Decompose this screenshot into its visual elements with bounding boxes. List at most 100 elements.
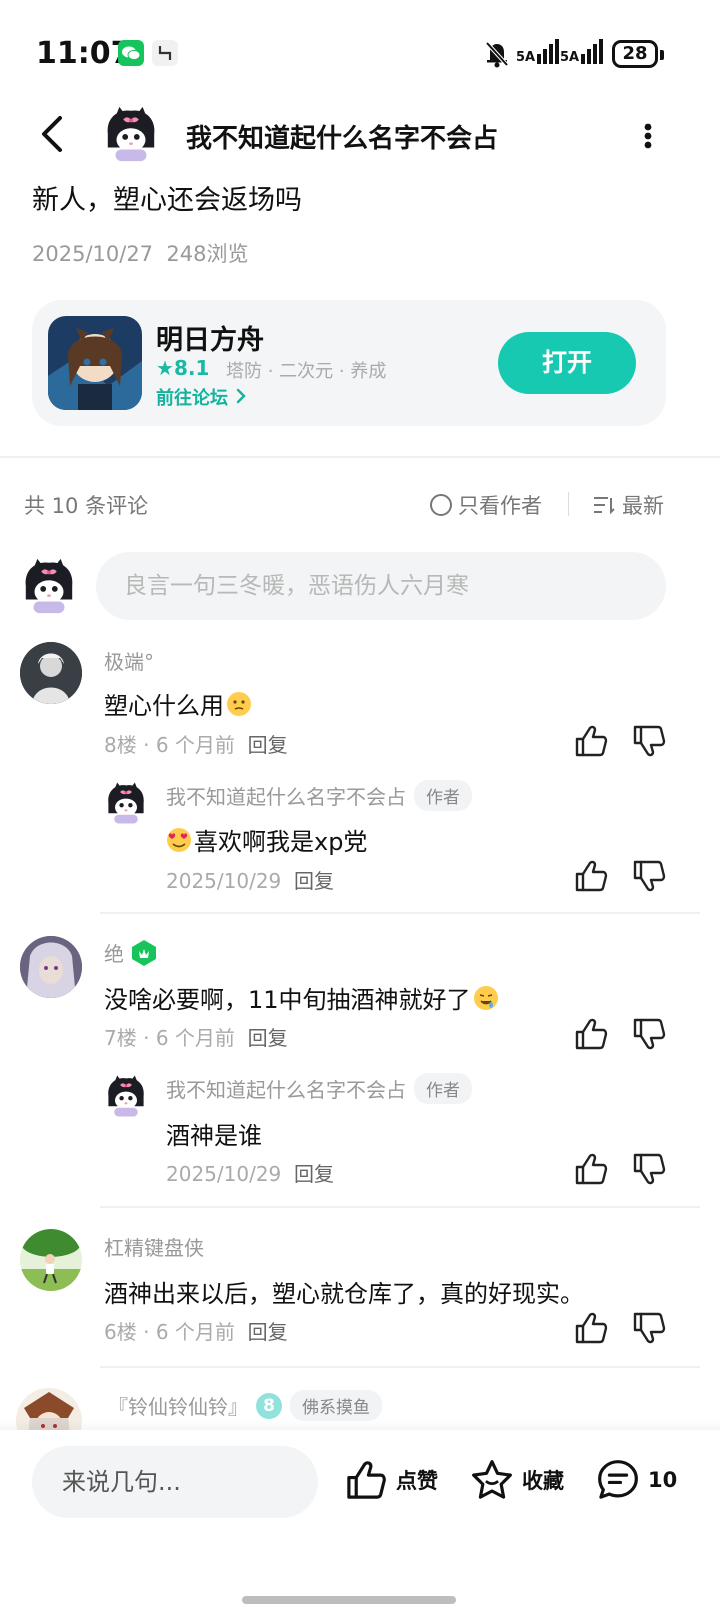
reply-button[interactable]: 回复	[248, 1026, 288, 1050]
back-arrow-icon	[42, 116, 62, 152]
thumbs-up-icon	[573, 723, 609, 759]
comment-username[interactable]: 『铃仙铃仙铃』	[108, 1391, 248, 1420]
open-app-button[interactable]: 打开	[498, 332, 636, 394]
author-name[interactable]: 我不知道起什么名字不会占	[186, 118, 498, 155]
reply-avatar[interactable]	[104, 1073, 148, 1119]
comment-meta: 7楼 · 6 个月前 回复	[104, 1026, 288, 1050]
thumbs-down-icon	[631, 1016, 667, 1052]
like-button[interactable]	[573, 723, 609, 759]
back-button[interactable]	[34, 112, 74, 156]
comment-separator	[100, 912, 700, 914]
comment-meta: 8楼 · 6 个月前 回复	[104, 733, 288, 757]
kuromi-avatar-icon	[104, 1073, 148, 1119]
app-tags: 塔防 · 二次元 · 养成	[226, 361, 387, 382]
app-rating: ★8.1	[156, 356, 209, 380]
star-icon: ★	[156, 356, 174, 380]
home-indicator[interactable]	[242, 1596, 456, 1604]
app-rating-value: 8.1	[173, 356, 210, 380]
sort-label: 最新	[622, 494, 664, 518]
more-options-button[interactable]	[630, 118, 666, 154]
kuromi-avatar-icon	[102, 104, 160, 164]
comment-separator	[100, 1206, 700, 1208]
comment-floor: 6楼	[104, 1320, 137, 1344]
reply-header: 我不知道起什么名字不会占 作者	[166, 780, 472, 811]
comment-text-content: 塑心什么用	[104, 692, 224, 720]
dislike-button[interactable]	[631, 1016, 667, 1052]
signal-icon-1: 5A	[516, 38, 561, 64]
reply-text-content: 喜欢啊我是xp党	[194, 828, 368, 856]
comment-username[interactable]: 极端°	[104, 646, 154, 675]
like-button[interactable]	[573, 1310, 609, 1346]
only-author-toggle[interactable]: 只看作者	[430, 490, 542, 520]
reply-button[interactable]: 回复	[248, 733, 288, 757]
network-label-2: 5A	[560, 50, 580, 65]
user-avatar[interactable]	[20, 1229, 82, 1291]
comment-time: 6 个月前	[155, 1026, 235, 1050]
favorite-label: 收藏	[522, 1469, 564, 1493]
comments-button[interactable]: 10	[596, 1458, 677, 1502]
comment-time: 6 个月前	[155, 733, 235, 757]
mute-bell-icon	[484, 40, 510, 72]
thumbs-down-icon	[631, 1310, 667, 1346]
sort-icon	[594, 497, 615, 515]
like-button[interactable]	[573, 1151, 609, 1187]
app-notification-icon	[152, 40, 178, 66]
only-author-label: 只看作者	[458, 494, 542, 518]
say-something-input[interactable]: 来说几句...	[32, 1446, 318, 1518]
star-outline-icon	[472, 1460, 512, 1499]
reply-username[interactable]: 我不知道起什么名字不会占	[166, 1074, 406, 1103]
dislike-button[interactable]	[631, 858, 667, 894]
comment-text-content: 没啥必要啊，11中旬抽酒神就好了	[104, 986, 471, 1014]
game-app-icon[interactable]	[48, 316, 142, 410]
comment-count-label: 10	[648, 1468, 678, 1492]
reply-button[interactable]: 回复	[294, 1162, 334, 1186]
post-meta: 2025/10/27 248浏览	[32, 238, 249, 268]
reply-username[interactable]: 我不知道起什么名字不会占	[166, 781, 406, 810]
dislike-button[interactable]	[631, 1151, 667, 1187]
reply-button[interactable]: 回复	[294, 869, 334, 893]
comment-text: 没啥必要啊，11中旬抽酒神就好了	[104, 980, 499, 1015]
reply-time: 2025/10/29	[166, 869, 282, 893]
user-avatar[interactable]	[20, 642, 82, 704]
wechat-icon	[118, 40, 144, 66]
forum-link[interactable]: 前往论坛	[156, 384, 248, 410]
network-label-1: 5A	[516, 50, 536, 65]
comment-text: 塑心什么用	[104, 686, 252, 721]
post-date: 2025/10/27	[32, 242, 154, 266]
like-button[interactable]	[573, 1016, 609, 1052]
thumbs-up-icon	[573, 1151, 609, 1187]
comment-input[interactable]: 良言一句三冬暖，恶语伤人六月寒	[96, 552, 666, 620]
comment-user-row: 绝	[104, 938, 158, 967]
radio-circle-icon	[430, 494, 452, 516]
drooling-emoji-icon	[473, 985, 498, 1010]
comment-username[interactable]: 绝	[104, 938, 124, 967]
reply-button[interactable]: 回复	[248, 1320, 288, 1344]
reply-avatar[interactable]	[104, 780, 148, 826]
author-avatar[interactable]	[102, 104, 160, 164]
comment-username[interactable]: 杠精键盘侠	[104, 1232, 204, 1261]
like-button[interactable]	[573, 858, 609, 894]
author-badge: 作者	[414, 780, 472, 811]
thumbs-up-icon	[573, 858, 609, 894]
thumbs-up-icon	[347, 1461, 386, 1499]
thumbs-up-icon	[573, 1016, 609, 1052]
user-avatar[interactable]	[20, 936, 82, 998]
dislike-button[interactable]	[631, 723, 667, 759]
sort-toggle[interactable]: 最新	[592, 490, 664, 520]
reply-meta: 2025/10/29 回复	[166, 865, 334, 894]
comment-user-row: 『铃仙铃仙铃』 8 佛系摸鱼	[108, 1390, 382, 1421]
favorite-button[interactable]: 收藏	[470, 1458, 564, 1502]
thumbs-down-icon	[631, 858, 667, 894]
comment-count: 共 10 条评论	[24, 494, 149, 518]
heart-eyes-emoji-icon	[167, 827, 191, 852]
forum-link-label: 前往论坛	[156, 388, 228, 409]
section-divider	[0, 456, 720, 458]
thumbs-down-icon	[631, 723, 667, 759]
reply-text: 酒神是谁	[166, 1122, 262, 1150]
comment-time: 6 个月前	[155, 1320, 235, 1344]
dislike-button[interactable]	[631, 1310, 667, 1346]
like-post-button[interactable]: 点赞	[344, 1458, 438, 1502]
filter-separator	[568, 492, 569, 516]
post-title: 新人，塑心还会返场吗	[32, 185, 302, 216]
thumbs-up-icon	[573, 1310, 609, 1346]
